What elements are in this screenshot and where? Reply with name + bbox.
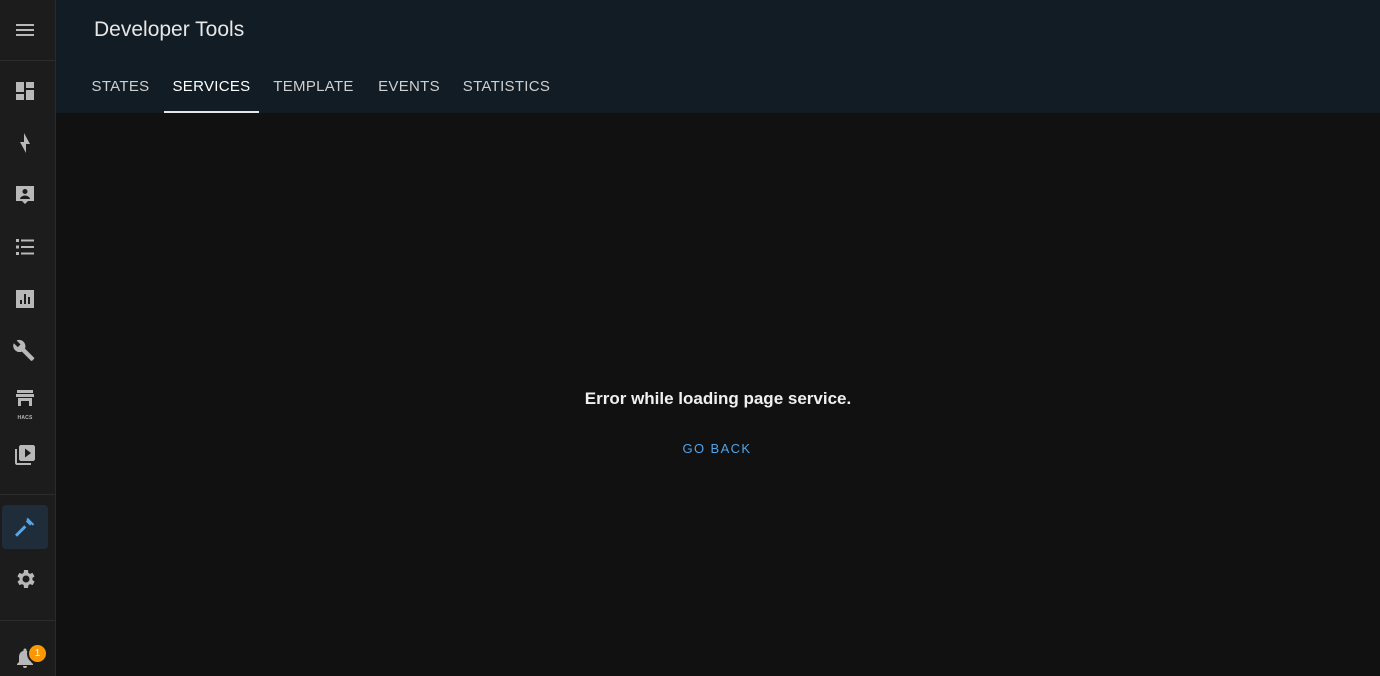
menu-button[interactable] — [2, 8, 48, 52]
sidebar-item-overview[interactable] — [2, 69, 48, 113]
main-content: Error while loading page service. GO BAC… — [56, 113, 1380, 676]
wrench-icon — [13, 339, 35, 361]
notification-badge: 1 — [27, 643, 48, 664]
hammer-icon — [15, 517, 35, 537]
tab-events[interactable]: EVENTS — [368, 60, 450, 113]
history-chart-icon — [16, 290, 34, 308]
sidebar-item-hacs[interactable]: HACS — [2, 381, 48, 425]
sidebar-item-history[interactable] — [2, 277, 48, 321]
page-title: Developer Tools — [94, 18, 245, 41]
sidebar-item-energy[interactable] — [2, 121, 48, 165]
hacs-label: HACS — [17, 415, 33, 421]
gear-icon — [17, 570, 35, 588]
hacs-store-icon — [16, 390, 34, 406]
sidebar: HACS 1 — [0, 0, 56, 676]
sidebar-item-logbook[interactable] — [2, 173, 48, 217]
lightning-icon — [20, 133, 30, 153]
sidebar-item-todo[interactable] — [2, 225, 48, 269]
sidebar-divider — [0, 620, 55, 621]
menu-icon — [16, 24, 34, 36]
tab-bar: STATES SERVICES TEMPLATE EVENTS STATISTI… — [56, 60, 1380, 113]
tab-states[interactable]: STATES — [80, 60, 161, 113]
list-icon — [16, 239, 34, 255]
tab-statistics[interactable]: STATISTICS — [454, 60, 559, 113]
tab-services[interactable]: SERVICES — [164, 60, 259, 113]
sidebar-item-settings[interactable] — [2, 557, 48, 601]
media-play-icon — [15, 445, 35, 465]
error-message: Error while loading page service. — [584, 389, 852, 408]
dashboard-icon — [16, 82, 34, 100]
logbook-icon — [16, 186, 34, 204]
sidebar-item-tools[interactable] — [2, 329, 48, 373]
tab-template[interactable]: TEMPLATE — [262, 60, 365, 113]
app-header: Developer Tools STATES SERVICES TEMPLATE… — [56, 0, 1380, 113]
go-back-button[interactable]: GO BACK — [674, 435, 760, 461]
sidebar-item-developer-tools[interactable] — [2, 505, 48, 549]
sidebar-divider — [0, 494, 55, 495]
sidebar-divider — [0, 60, 55, 61]
sidebar-item-media[interactable] — [2, 433, 48, 477]
